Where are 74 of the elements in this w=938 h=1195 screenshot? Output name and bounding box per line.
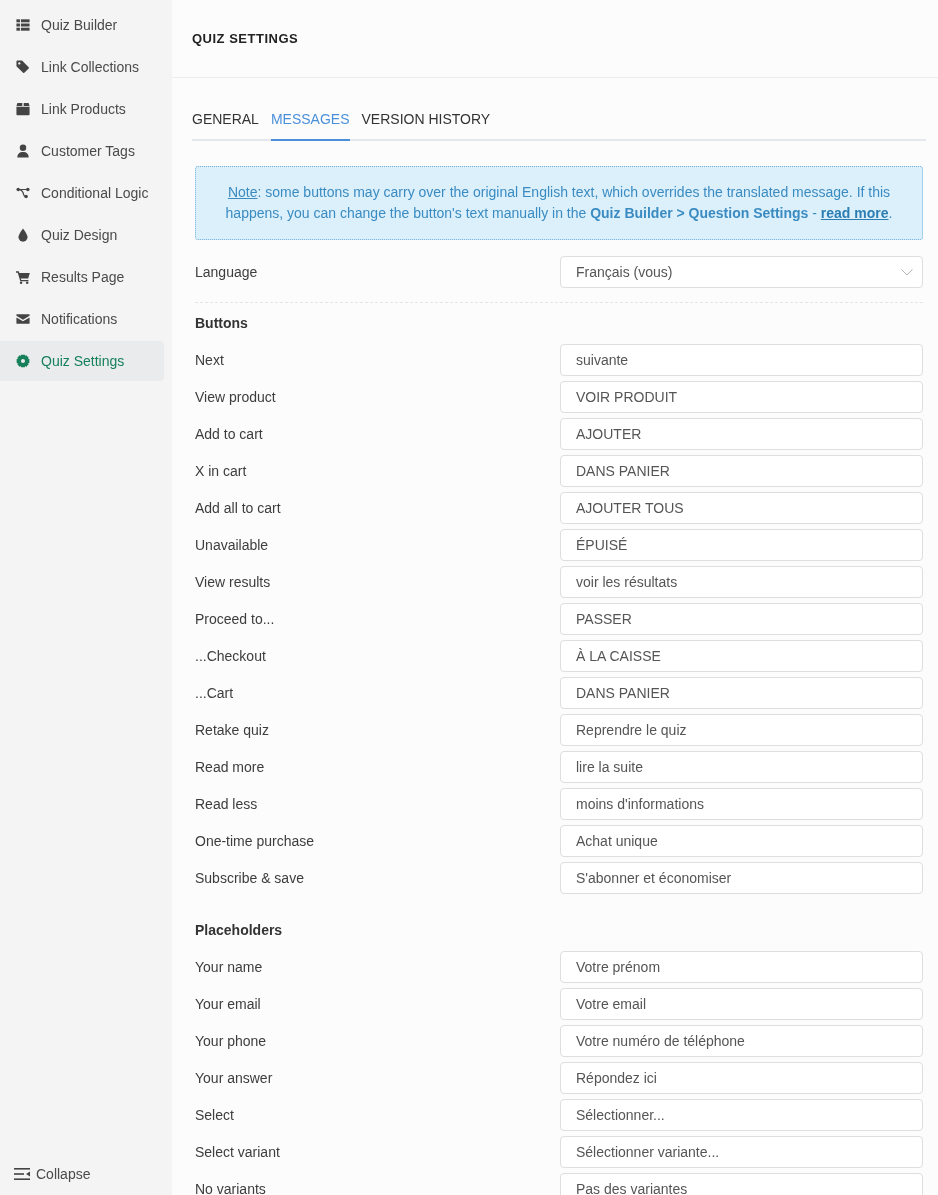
sidebar-item[interactable]: Customer Tags — [0, 131, 164, 171]
field-label: Your name — [195, 957, 263, 977]
cart-icon — [16, 270, 30, 284]
text-input[interactable]: Reprendre le quiz — [560, 714, 923, 746]
field-label: One-time purchase — [195, 831, 315, 851]
field-label: Subscribe & save — [195, 868, 304, 888]
collapse-button[interactable]: Collapse — [0, 1159, 97, 1189]
envelope-icon — [16, 312, 30, 326]
user-icon — [16, 144, 30, 158]
sidebar-item[interactable]: Link Products — [0, 89, 164, 129]
droplet-icon — [16, 228, 30, 242]
section-heading: Placeholders — [195, 921, 284, 940]
tab[interactable]: VERSION HISTORY — [361, 109, 491, 141]
field-label: View product — [195, 387, 276, 407]
text-input[interactable]: Sélectionner variante... — [560, 1136, 923, 1168]
text-input[interactable]: DANS PANIER — [560, 677, 923, 709]
sidebar-item[interactable]: Link Collections — [0, 47, 164, 87]
field-label: Proceed to... — [195, 609, 275, 629]
nodes-icon — [16, 186, 30, 200]
field-label: Unavailable — [195, 535, 269, 555]
text-input[interactable]: Sélectionner... — [560, 1099, 923, 1131]
text-input[interactable]: lire la suite — [560, 751, 923, 783]
box-icon — [16, 102, 30, 116]
field-label: ...Checkout — [195, 646, 266, 666]
text-input[interactable]: Votre email — [560, 988, 923, 1020]
settings-icon — [16, 354, 30, 368]
field-label: Your phone — [195, 1031, 267, 1051]
text-input[interactable]: À LA CAISSE — [560, 640, 923, 672]
note-text: Note: some buttons may carry over the original English text, which overrides the translated message. If this happens, you can change the button's text manually in the Quiz Builder > Question Settings - read more. — [224, 183, 894, 223]
field-label: X in cart — [195, 461, 247, 481]
field-label: Your answer — [195, 1068, 273, 1088]
language-select[interactable]: Français (vous) — [560, 256, 923, 288]
text-input[interactable]: Répondez ici — [560, 1062, 923, 1094]
field-label: Add all to cart — [195, 498, 281, 518]
chevron-down-icon — [901, 268, 913, 276]
text-input[interactable]: suivante — [560, 344, 923, 376]
text-input[interactable]: moins d'informations — [560, 788, 923, 820]
text-input[interactable]: voir les résultats — [560, 566, 923, 598]
text-input[interactable]: VOIR PRODUIT — [560, 381, 923, 413]
field-label: Language — [195, 262, 258, 282]
field-label: Your email — [195, 994, 261, 1014]
text-input[interactable]: PASSER — [560, 603, 923, 635]
collapse-icon — [14, 1167, 30, 1181]
field-label: Read less — [195, 794, 258, 814]
section-heading: Buttons — [195, 314, 249, 333]
tag-icon — [16, 60, 30, 74]
text-input[interactable]: DANS PANIER — [560, 455, 923, 487]
tab[interactable]: GENERAL — [192, 109, 259, 141]
field-label: Read more — [195, 757, 265, 777]
field-label: Add to cart — [195, 424, 263, 444]
sidebar-item[interactable]: Quiz Settings — [0, 341, 164, 381]
text-input[interactable]: ÉPUISÉ — [560, 529, 923, 561]
field-label: Select variant — [195, 1142, 280, 1162]
sidebar-item[interactable]: Quiz Builder — [0, 5, 164, 45]
text-input[interactable]: AJOUTER TOUS — [560, 492, 923, 524]
text-input[interactable]: AJOUTER — [560, 418, 923, 450]
sidebar-item[interactable]: Quiz Design — [0, 215, 164, 255]
sidebar-item[interactable]: Results Page — [0, 257, 164, 297]
field-label: View results — [195, 572, 271, 592]
field-label: Select — [195, 1105, 234, 1125]
sidebar-item[interactable]: Conditional Logic — [0, 173, 164, 213]
field-label: Retake quiz — [195, 720, 269, 740]
field-label: Next — [195, 350, 224, 370]
text-input[interactable]: Pas des variantes — [560, 1173, 923, 1195]
sidebar-item[interactable]: Notifications — [0, 299, 164, 339]
read-more-link[interactable]: read more — [820, 205, 889, 221]
text-input[interactable]: Votre prénom — [560, 951, 923, 983]
list-icon — [16, 18, 30, 32]
field-label: ...Cart — [195, 683, 234, 703]
text-input[interactable]: Votre numéro de téléphone — [560, 1025, 923, 1057]
page-title: QUIZ SETTINGS — [192, 29, 299, 48]
field-label: No variants — [195, 1179, 266, 1195]
text-input[interactable]: Achat unique — [560, 825, 923, 857]
text-input[interactable]: S'abonner et économiser — [560, 862, 923, 894]
